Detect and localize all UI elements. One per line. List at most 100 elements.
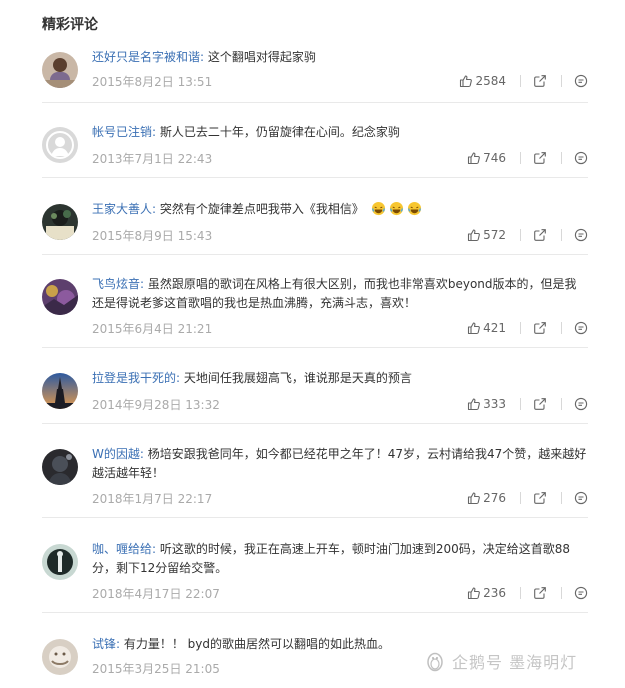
comment-time: 2013年7月1日 22:43 bbox=[92, 152, 213, 166]
like-button[interactable]: 2584 bbox=[459, 74, 506, 88]
share-icon[interactable] bbox=[533, 491, 547, 505]
comment-content: W的因越: 杨培安跟我爸同年，如今都已经花甲之年了！47岁，云村请给我47个赞，… bbox=[92, 445, 588, 483]
like-button[interactable]: 276 bbox=[467, 491, 506, 505]
comment-author[interactable]: W的因越: bbox=[92, 447, 144, 461]
watermark-text: 企鹅号 墨海明灯 bbox=[452, 653, 578, 672]
divider bbox=[520, 152, 521, 164]
comment-content: 拉登是我干死的: 天地间任我展翅高飞，谁说那是天真的预言 bbox=[92, 369, 588, 388]
divider bbox=[520, 587, 521, 599]
comment-bubble-icon[interactable] bbox=[574, 491, 588, 505]
comment-item: 咖、喱给给: 听这歌的时候，我正在高速上开车，顿时油门加速到200码，决定给这首… bbox=[42, 542, 588, 613]
comment-content: 帐号已注销: 斯人已去二十年，仍留旋律在心间。纪念家驹 bbox=[92, 123, 588, 142]
divider bbox=[520, 75, 521, 87]
thumbs-up-icon bbox=[468, 587, 480, 600]
divider bbox=[561, 75, 562, 87]
comment-time: 2018年4月17日 22:07 bbox=[92, 587, 220, 601]
comment-text: 天地间任我展翅高飞，谁说那是天真的预言 bbox=[180, 371, 412, 385]
laughing-tears-emoji-icon bbox=[371, 201, 385, 216]
laughing-tears-emoji-icon bbox=[389, 201, 403, 216]
like-count: 421 bbox=[483, 321, 506, 335]
comment-time: 2018年1月7日 22:17 bbox=[92, 492, 213, 506]
comment-item: W的因越: 杨培安跟我爸同年，如今都已经花甲之年了！47岁，云村请给我47个赞，… bbox=[42, 447, 588, 518]
like-button[interactable]: 421 bbox=[467, 321, 506, 335]
comment-author[interactable]: 还好只是名字被和谐: bbox=[92, 50, 204, 64]
avatar[interactable] bbox=[42, 449, 78, 485]
like-button[interactable]: 572 bbox=[467, 228, 506, 242]
share-icon[interactable] bbox=[533, 151, 547, 165]
share-icon[interactable] bbox=[533, 397, 547, 411]
comment-text: 有力量！！ byd的歌曲居然可以翻唱的如此热血。 bbox=[120, 637, 391, 651]
like-button[interactable]: 333 bbox=[467, 397, 506, 411]
comment-bubble-icon[interactable] bbox=[574, 321, 588, 335]
laughing-tears-emoji-icon bbox=[407, 201, 421, 216]
comment-bubble-icon[interactable] bbox=[574, 151, 588, 165]
comment-author[interactable]: 帐号已注销: bbox=[92, 125, 156, 139]
like-count: 333 bbox=[483, 397, 506, 411]
watermark: 企鹅号 墨海明灯 bbox=[424, 649, 577, 673]
comment-text: 虽然跟原唱的歌词在风格上有很大区别，而我也非常喜欢beyond版本的，但是我还是… bbox=[92, 277, 577, 310]
comment-text: 斯人已去二十年，仍留旋律在心间。纪念家驹 bbox=[156, 125, 400, 139]
avatar[interactable] bbox=[42, 639, 78, 675]
comment-text: 杨培安跟我爸同年，如今都已经花甲之年了！47岁，云村请给我47个赞，越来越好越活… bbox=[92, 447, 587, 480]
comment-bubble-icon[interactable] bbox=[574, 397, 588, 411]
section-title: 精彩评论 bbox=[42, 17, 98, 33]
divider bbox=[561, 229, 562, 241]
like-button[interactable]: 746 bbox=[467, 151, 506, 165]
like-count: 572 bbox=[483, 228, 506, 242]
comment-author[interactable]: 飞鸟炫音: bbox=[92, 277, 144, 291]
comment-text: 听这歌的时候，我正在高速上开车，顿时油门加速到200码，决定给这首歌88分，剩下… bbox=[92, 542, 571, 575]
comment-time: 2015年6月4日 21:21 bbox=[92, 322, 213, 336]
comment-content: 还好只是名字被和谐: 这个翻唱对得起家驹 bbox=[92, 48, 588, 67]
share-icon[interactable] bbox=[533, 586, 547, 600]
divider bbox=[561, 322, 562, 334]
comment-bubble-icon[interactable] bbox=[574, 74, 588, 88]
comment-time: 2015年8月2日 13:51 bbox=[92, 75, 213, 89]
like-button[interactable]: 236 bbox=[467, 586, 506, 600]
comment-bubble-icon[interactable] bbox=[574, 586, 588, 600]
share-icon[interactable] bbox=[533, 321, 547, 335]
avatar[interactable] bbox=[42, 204, 78, 240]
avatar[interactable] bbox=[42, 373, 78, 409]
like-count: 276 bbox=[483, 491, 506, 505]
comment-content: 王家大善人: 突然有个旋律差点吧我带入《我相信》 bbox=[92, 200, 588, 219]
comment-bubble-icon[interactable] bbox=[574, 228, 588, 242]
divider bbox=[561, 152, 562, 164]
thumbs-up-icon bbox=[468, 322, 480, 335]
divider bbox=[520, 398, 521, 410]
comment-text: 突然有个旋律差点吧我带入《我相信》 bbox=[156, 202, 364, 216]
divider bbox=[561, 398, 562, 410]
like-count: 2584 bbox=[475, 74, 506, 88]
comment-text: 这个翻唱对得起家驹 bbox=[204, 50, 316, 64]
comment-author[interactable]: 试锋: bbox=[92, 637, 120, 651]
comment-author[interactable]: 咖、喱给给: bbox=[92, 542, 156, 556]
divider bbox=[520, 229, 521, 241]
like-count: 746 bbox=[483, 151, 506, 165]
divider bbox=[520, 492, 521, 504]
avatar[interactable] bbox=[42, 544, 78, 580]
comment-time: 2014年9月28日 13:32 bbox=[92, 398, 220, 412]
avatar[interactable] bbox=[42, 52, 78, 88]
comment-author[interactable]: 拉登是我干死的: bbox=[92, 371, 180, 385]
penguin-logo-icon bbox=[427, 652, 443, 672]
divider bbox=[520, 322, 521, 334]
comment-item: 王家大善人: 突然有个旋律差点吧我带入《我相信》 2015年8月9日 15:43… bbox=[42, 200, 588, 255]
thumbs-up-icon bbox=[460, 75, 473, 88]
share-icon[interactable] bbox=[533, 228, 547, 242]
avatar[interactable] bbox=[42, 127, 78, 163]
comment-content: 飞鸟炫音: 虽然跟原唱的歌词在风格上有很大区别，而我也非常喜欢beyond版本的… bbox=[92, 275, 588, 313]
avatar[interactable] bbox=[42, 279, 78, 315]
divider bbox=[561, 492, 562, 504]
comment-item: 帐号已注销: 斯人已去二十年，仍留旋律在心间。纪念家驹 2013年7月1日 22… bbox=[42, 125, 588, 178]
like-count: 236 bbox=[483, 586, 506, 600]
thumbs-up-icon bbox=[468, 152, 480, 165]
comment-item: 还好只是名字被和谐: 这个翻唱对得起家驹 2015年8月2日 13:51 258… bbox=[42, 50, 588, 103]
divider bbox=[561, 587, 562, 599]
comment-item: 拉登是我干死的: 天地间任我展翅高飞，谁说那是天真的预言 2014年9月28日 … bbox=[42, 371, 588, 424]
comment-item: 飞鸟炫音: 虽然跟原唱的歌词在风格上有很大区别，而我也非常喜欢beyond版本的… bbox=[42, 277, 588, 348]
thumbs-up-icon bbox=[468, 229, 480, 242]
share-icon[interactable] bbox=[533, 74, 547, 88]
comment-time: 2015年8月9日 15:43 bbox=[92, 229, 213, 243]
comment-content: 咖、喱给给: 听这歌的时候，我正在高速上开车，顿时油门加速到200码，决定给这首… bbox=[92, 540, 588, 578]
thumbs-up-icon bbox=[468, 398, 480, 411]
comment-author[interactable]: 王家大善人: bbox=[92, 202, 156, 216]
